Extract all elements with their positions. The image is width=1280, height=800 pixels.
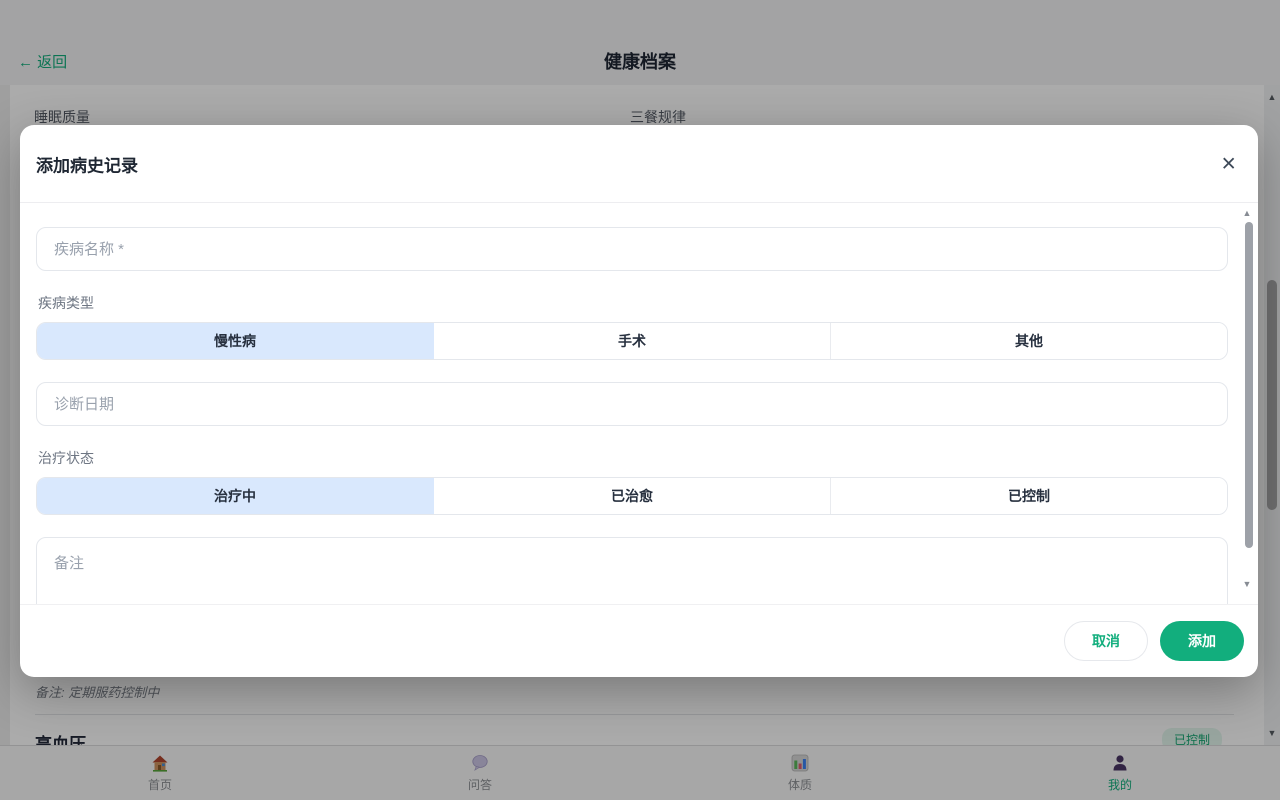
add-medical-history-dialog: 添加病史记录 × 疾病类型 慢性病 手术 其他 治疗状态 治疗中 已治愈 已控制…: [20, 125, 1258, 677]
dialog-header: 添加病史记录 ×: [20, 125, 1258, 203]
dialog-title: 添加病史记录: [36, 151, 138, 176]
close-icon[interactable]: ×: [1221, 151, 1236, 176]
treatment-status-label: 治疗状态: [38, 448, 1228, 468]
notes-textarea[interactable]: [36, 537, 1228, 604]
dialog-scroll-down-icon[interactable]: ▼: [1240, 578, 1254, 590]
segment-other[interactable]: 其他: [831, 323, 1227, 359]
disease-name-input[interactable]: [36, 227, 1228, 271]
dialog-footer: 取消 添加: [20, 604, 1258, 676]
segment-surgery[interactable]: 手术: [434, 323, 831, 359]
segment-chronic[interactable]: 慢性病: [37, 323, 434, 359]
segment-controlled[interactable]: 已控制: [831, 478, 1227, 514]
treatment-status-segmented-control: 治疗中 已治愈 已控制: [36, 477, 1228, 515]
dialog-body: 疾病类型 慢性病 手术 其他 治疗状态 治疗中 已治愈 已控制: [20, 203, 1258, 604]
segment-cured[interactable]: 已治愈: [434, 478, 831, 514]
dialog-scroll-up-icon[interactable]: ▲: [1240, 207, 1254, 219]
add-button[interactable]: 添加: [1160, 621, 1244, 661]
dialog-scrollbar-thumb[interactable]: [1245, 222, 1253, 548]
disease-type-segmented-control: 慢性病 手术 其他: [36, 322, 1228, 360]
disease-type-label: 疾病类型: [38, 293, 1228, 313]
segment-in-treatment[interactable]: 治疗中: [37, 478, 434, 514]
diagnosis-date-input[interactable]: [36, 382, 1228, 426]
cancel-button[interactable]: 取消: [1064, 621, 1148, 661]
